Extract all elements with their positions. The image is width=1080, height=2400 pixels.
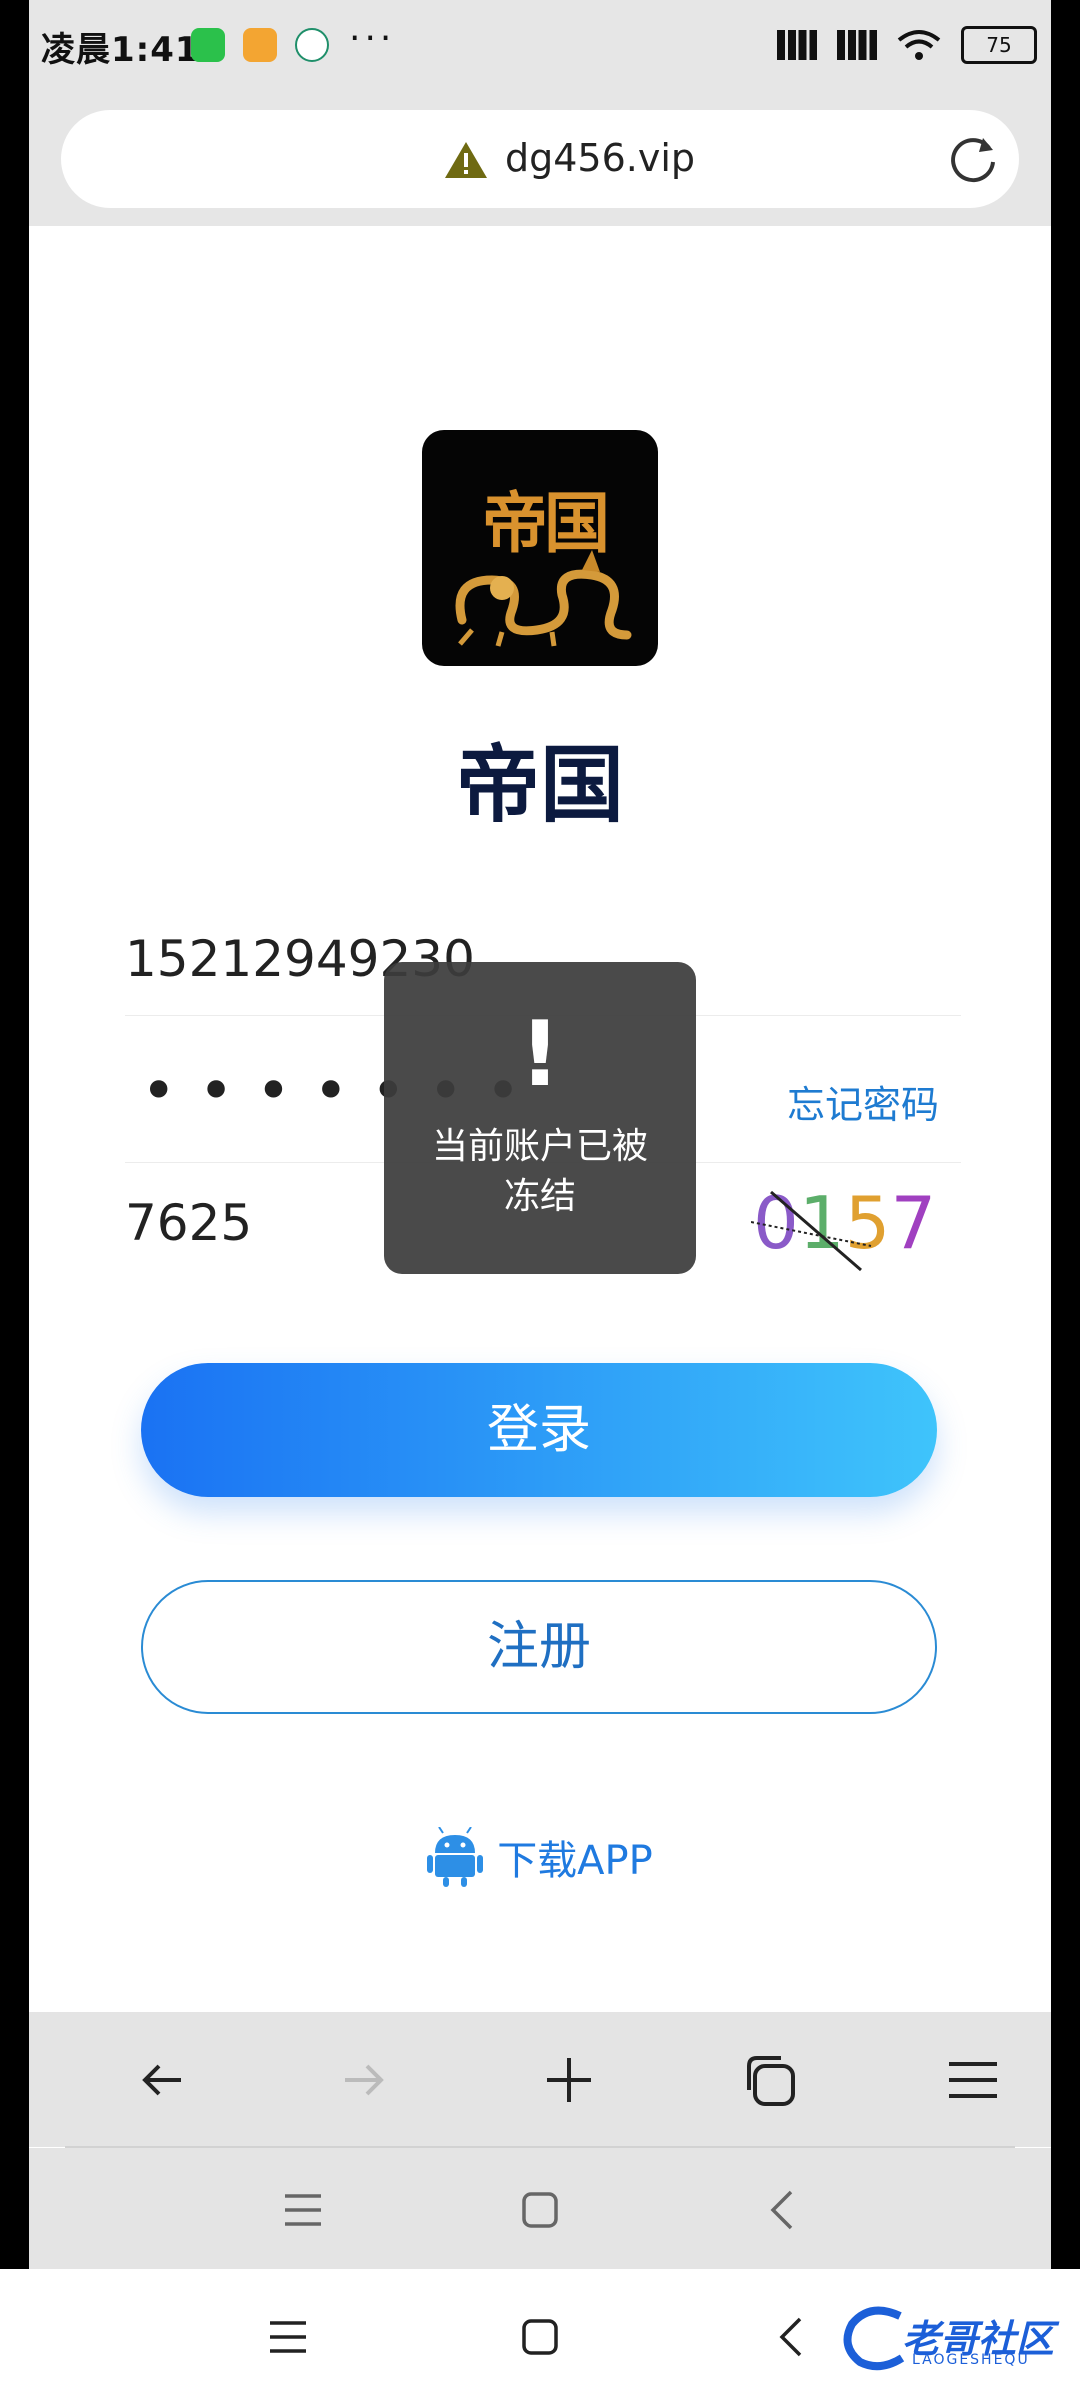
- watermark: 老哥社区 LAOGESHEQU: [840, 2302, 1070, 2372]
- menu-icon[interactable]: [943, 2050, 1003, 2110]
- url-text: dg456.vip: [505, 136, 696, 180]
- dragon-icon: [455, 550, 632, 647]
- warning-icon[interactable]: [443, 140, 489, 180]
- forward-arrow-icon[interactable]: [333, 2050, 393, 2110]
- notification-icons: [191, 28, 329, 62]
- system-icons: 75: [777, 26, 1037, 64]
- forgot-password-link[interactable]: 忘记密码: [787, 1074, 939, 1129]
- watermark-subtext: LAOGESHEQU: [912, 2352, 1030, 2368]
- captcha-char: 5: [845, 1181, 891, 1265]
- inner-navigation-bar: [29, 2148, 1051, 2269]
- address-bar[interactable]: dg456.vip: [61, 110, 1019, 208]
- more-notifications-icon: ···: [349, 18, 396, 59]
- home-icon[interactable]: [518, 2188, 562, 2232]
- download-app-link[interactable]: 下载APP: [29, 1822, 1051, 1892]
- wifi-icon: [897, 30, 941, 60]
- notes-icon: [243, 28, 277, 62]
- reload-icon[interactable]: [947, 134, 999, 186]
- toast-exclamation-icon: !: [519, 1002, 561, 1107]
- download-app-label: 下载APP: [497, 1838, 653, 1884]
- carrier-icon: [295, 28, 329, 62]
- status-bar: 凌晨1:41 ··· 75: [29, 0, 1051, 96]
- wechat-icon: [191, 28, 225, 62]
- recents-icon[interactable]: [281, 2188, 325, 2232]
- back-arrow-icon[interactable]: [133, 2050, 193, 2110]
- login-button[interactable]: 登录: [141, 1363, 937, 1497]
- app-logo: 帝国: [422, 430, 658, 666]
- phone-frame: 凌晨1:41 ··· 75 dg456.vip 帝国 帝国 1521294923…: [0, 0, 1080, 2400]
- captcha-char: 7: [890, 1181, 931, 1265]
- outer-home-icon[interactable]: [518, 2315, 562, 2359]
- back-icon[interactable]: [761, 2188, 805, 2232]
- page-title: 帝国: [455, 736, 624, 834]
- new-tab-plus-icon[interactable]: [539, 2050, 599, 2110]
- captcha-input[interactable]: 7625: [125, 1194, 252, 1252]
- battery-indicator: 75: [961, 26, 1037, 64]
- watermark-logo-icon: [843, 2306, 905, 2371]
- status-time: 凌晨1:41: [41, 30, 200, 70]
- address-bar-area: dg456.vip: [29, 96, 1051, 226]
- tabs-icon[interactable]: [741, 2050, 801, 2110]
- outer-back-icon[interactable]: [770, 2315, 814, 2359]
- signal-icon: [777, 30, 817, 60]
- android-icon: [427, 1827, 484, 1887]
- outer-recents-icon[interactable]: [266, 2315, 310, 2359]
- register-button[interactable]: 注册: [141, 1580, 937, 1714]
- browser-toolbar: [29, 2012, 1051, 2147]
- error-toast: ! 当前账户已被冻结: [384, 962, 696, 1274]
- captcha-image[interactable]: 0157: [751, 1172, 931, 1272]
- signal-icon-2: [837, 30, 877, 60]
- browser-screen: 凌晨1:41 ··· 75 dg456.vip 帝国 帝国 1521294923…: [29, 0, 1051, 2269]
- toast-message: 当前账户已被冻结: [431, 1126, 648, 1217]
